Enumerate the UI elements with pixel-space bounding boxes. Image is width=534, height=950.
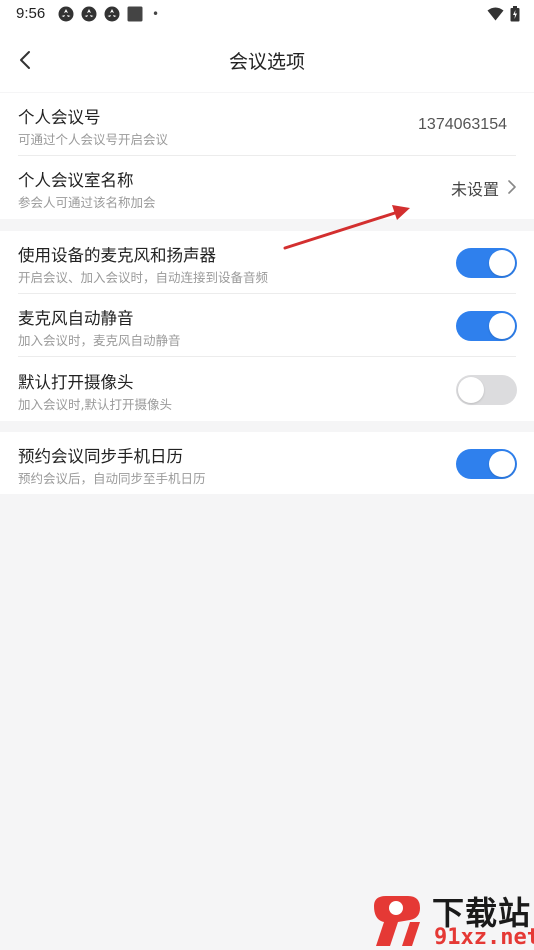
- audio-video-section: 使用设备的麦克风和扬声器 开启会议、加入会议时，自动连接到设备音频 麦克风自动静…: [0, 231, 534, 421]
- row-subtitle: 加入会议时,默认打开摄像头: [18, 397, 172, 412]
- sync-calendar-row: 预约会议同步手机日历 预约会议后，自动同步至手机日历: [0, 432, 534, 495]
- row-title: 预约会议同步手机日历: [18, 447, 183, 466]
- toggle-knob: [489, 250, 515, 276]
- account-section: 个人会议号 可通过个人会议号开启会议 1374063154 个人会议室名称 参会…: [0, 93, 534, 219]
- use-device-audio-row: 使用设备的麦克风和扬声器 开启会议、加入会议时，自动连接到设备音频: [0, 231, 534, 294]
- row-title: 使用设备的麦克风和扬声器: [18, 246, 216, 265]
- chevron-right-icon: [508, 180, 516, 194]
- row-divider: [18, 356, 516, 357]
- row-subtitle: 参会人可通过该名称加会: [18, 195, 156, 210]
- more-notifications-dot: •: [152, 7, 160, 21]
- room-name-value: 未设置: [450, 180, 499, 199]
- status-bar: 9:56 •: [0, 0, 534, 28]
- row-title: 个人会议号: [18, 108, 101, 127]
- auto-mute-mic-row: 麦克风自动静音 加入会议时，麦克风自动静音: [0, 294, 534, 357]
- row-title: 默认打开摄像头: [18, 373, 134, 392]
- toggle-knob: [489, 313, 515, 339]
- annotation-arrow: [283, 205, 410, 250]
- row-subtitle: 开启会议、加入会议时，自动连接到设备音频: [18, 270, 269, 285]
- row-subtitle: 加入会议时，麦克风自动静音: [18, 333, 181, 348]
- personal-room-name-row[interactable]: 个人会议室名称 参会人可通过该名称加会 未设置: [0, 156, 534, 219]
- top-app-bar: 会议选项: [0, 28, 534, 92]
- status-notification-icons: •: [58, 6, 159, 22]
- personal-meeting-id-row[interactable]: 个人会议号 可通过个人会议号开启会议 1374063154: [0, 93, 534, 156]
- app-notification-icon: [58, 6, 74, 22]
- auto-mute-mic-toggle[interactable]: [456, 311, 517, 341]
- default-camera-toggle[interactable]: [456, 375, 517, 405]
- status-time: 9:56: [16, 5, 46, 22]
- wifi-icon: [487, 7, 504, 21]
- status-system-icons: [487, 6, 520, 22]
- row-subtitle: 可通过个人会议号开启会议: [18, 132, 169, 147]
- use-device-audio-toggle[interactable]: [456, 248, 517, 278]
- app-notification-icon: [81, 6, 97, 22]
- meeting-id-value: 1374063154: [418, 116, 507, 133]
- watermark-logo-icon: [374, 896, 420, 946]
- watermark-url: 91xz.net: [434, 925, 534, 950]
- page-title: 会议选项: [228, 51, 305, 73]
- default-camera-row: 默认打开摄像头 加入会议时,默认打开摄像头: [0, 358, 534, 421]
- toggle-knob: [458, 377, 484, 403]
- battery-icon: [510, 6, 520, 22]
- row-title: 麦克风自动静音: [18, 309, 134, 328]
- sync-calendar-toggle[interactable]: [456, 449, 517, 479]
- app-notification-icon: [104, 6, 120, 22]
- row-title: 个人会议室名称: [18, 171, 134, 190]
- calendar-section: 预约会议同步手机日历 预约会议后，自动同步至手机日历: [0, 432, 534, 494]
- site-watermark: 下载站 91xz.net: [368, 888, 534, 950]
- image-notification-icon: [127, 6, 143, 22]
- toggle-knob: [489, 451, 515, 477]
- row-subtitle: 预约会议后，自动同步至手机日历: [18, 471, 206, 486]
